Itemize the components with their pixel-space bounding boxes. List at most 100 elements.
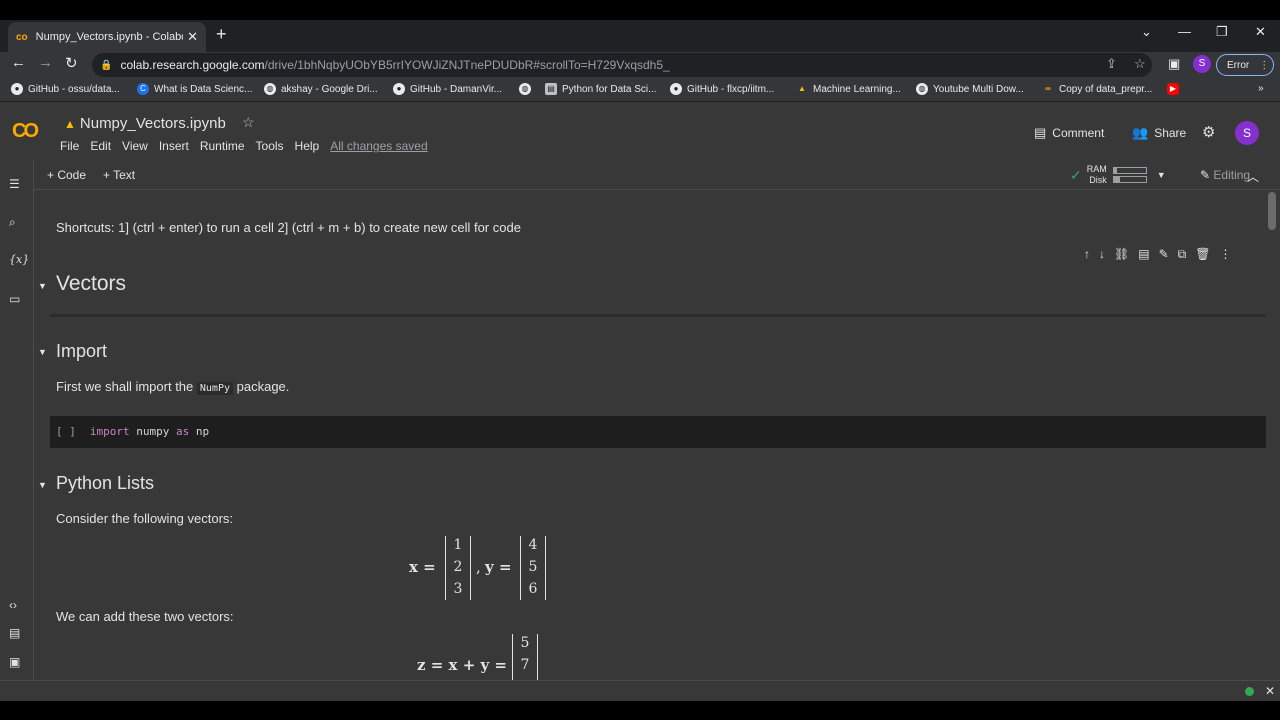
- side-panel-icon[interactable]: ▣: [1168, 56, 1180, 72]
- comment-cell-icon[interactable]: ▤: [1138, 247, 1149, 262]
- browser-tab-active[interactable]: co Numpy_Vectors.ipynb - Colabora ✕: [8, 22, 206, 52]
- ram-bar: [1112, 167, 1147, 174]
- more-bookmarks-icon[interactable]: »: [1258, 83, 1264, 94]
- colab-logo[interactable]: CO: [12, 120, 39, 143]
- code-snippets-icon[interactable]: ‹›: [9, 598, 17, 612]
- browser-tab-strip: co Numpy_Vectors.ipynb - Colabora ✕ + ⌄ …: [0, 20, 1280, 52]
- disk-bar: [1112, 176, 1147, 183]
- runtime-status-dot: [1245, 687, 1254, 696]
- bookmark-item[interactable]: ◍ Youtube Multi Dow...: [916, 83, 1024, 95]
- tab-search-chevron-icon[interactable]: ⌄: [1141, 24, 1152, 40]
- menu-file[interactable]: File: [60, 139, 79, 153]
- profile-avatar[interactable]: S: [1193, 55, 1211, 73]
- menu-runtime[interactable]: Runtime: [200, 139, 245, 153]
- add-text-button[interactable]: + Text: [103, 168, 135, 182]
- url-path: /drive/1bhNqbyUObYB5rrIYOWJiZNJTnePDUDbR…: [264, 58, 670, 72]
- resource-monitor[interactable]: ✓ RAM Disk ▼: [1070, 164, 1166, 186]
- close-window-icon[interactable]: ✕: [1255, 24, 1266, 40]
- close-status-icon[interactable]: ✕: [1265, 684, 1275, 698]
- link-icon[interactable]: ⛓: [1114, 247, 1129, 262]
- forward-icon[interactable]: →: [38, 54, 53, 71]
- cell-toolbar: ↑ ↓ ⛓ ▤ ✎ ⧉ 🗑 ⋮: [1084, 247, 1231, 262]
- inline-code: NumPy: [196, 382, 233, 395]
- bookmark-star-icon[interactable]: ☆: [1134, 56, 1146, 72]
- mirror-cell-icon[interactable]: ⧉: [1178, 247, 1187, 262]
- menu-view[interactable]: View: [122, 139, 148, 153]
- share-page-icon[interactable]: ⇪: [1106, 56, 1117, 72]
- collapse-section-icon[interactable]: ▼: [38, 281, 47, 291]
- editing-mode-button[interactable]: ✎ Editing: [1200, 168, 1250, 182]
- menu-edit[interactable]: Edit: [90, 139, 111, 153]
- files-folder-icon[interactable]: ▭: [9, 292, 20, 306]
- y-label: y =: [485, 558, 512, 576]
- notebook-title-text: Numpy_Vectors.ipynb: [79, 115, 226, 132]
- drive-icon: ▲: [64, 116, 76, 131]
- delete-icon[interactable]: 🗑: [1195, 247, 1210, 262]
- collapse-section-icon[interactable]: ▼: [38, 480, 47, 490]
- search-icon[interactable]: ⌕: [9, 215, 16, 230]
- globe-icon: ◍: [916, 83, 928, 95]
- share-button[interactable]: 👥 Share: [1132, 125, 1186, 141]
- move-down-icon[interactable]: ↓: [1099, 247, 1105, 262]
- bookmark-item[interactable]: ◍: [519, 83, 536, 95]
- variables-icon[interactable]: {x}: [9, 253, 29, 266]
- menu-tools[interactable]: Tools: [256, 139, 284, 153]
- code-keyword: as: [176, 425, 190, 438]
- bookmark-item[interactable]: ◍ akshay - Google Dri...: [264, 83, 378, 95]
- bookmark-item[interactable]: ● GitHub - DamanVir...: [393, 83, 502, 95]
- globe-icon: ◍: [264, 83, 276, 95]
- avatar[interactable]: S: [1235, 121, 1259, 145]
- menu-help[interactable]: Help: [295, 139, 320, 153]
- new-tab-icon[interactable]: +: [216, 24, 227, 45]
- address-bar[interactable]: 🔒 colab.research.google.com/drive/1bhNqb…: [92, 53, 1152, 77]
- minimize-icon[interactable]: —: [1178, 24, 1191, 39]
- runtime-dropdown-icon[interactable]: ▼: [1157, 170, 1166, 180]
- notebook-title[interactable]: ▲ Numpy_Vectors.ipynb: [64, 115, 226, 132]
- bookmark-item[interactable]: ▲ Machine Learning...: [796, 83, 901, 95]
- bookmark-item[interactable]: ● GitHub - flxcp/iitm...: [670, 83, 774, 95]
- bookmark-item[interactable]: ▤ Python for Data Sci...: [545, 83, 657, 95]
- people-icon: 👥: [1132, 125, 1149, 140]
- heading-vectors: Vectors: [56, 272, 127, 295]
- matrix-cell: 3: [453, 581, 463, 597]
- error-label: Error: [1227, 59, 1250, 71]
- back-icon[interactable]: ←: [11, 54, 26, 71]
- error-button[interactable]: Error ⋮: [1216, 54, 1274, 76]
- collapse-section-icon[interactable]: ▼: [38, 347, 47, 357]
- edit-pencil-icon[interactable]: ✎: [1159, 247, 1169, 262]
- terminal-icon[interactable]: ▣: [9, 655, 20, 669]
- status-bar: ✕: [0, 680, 1280, 701]
- bookmark-item[interactable]: ● GitHub - ossu/data...: [11, 83, 120, 95]
- command-palette-icon[interactable]: ▤: [9, 626, 20, 640]
- menu-bar: File Edit View Insert Runtime Tools Help…: [60, 139, 439, 153]
- matrix-cell: 2: [453, 559, 463, 575]
- collapse-header-icon[interactable]: ︿: [1247, 168, 1259, 185]
- add-code-button[interactable]: + Code: [47, 168, 86, 182]
- bookmark-item[interactable]: ▶: [1167, 83, 1184, 95]
- move-up-icon[interactable]: ↑: [1084, 247, 1090, 262]
- import-text-before: First we shall import the: [56, 379, 194, 394]
- settings-gear-icon[interactable]: ⚙: [1202, 123, 1215, 141]
- save-status[interactable]: All changes saved: [330, 139, 427, 153]
- close-tab-icon[interactable]: ✕: [187, 29, 198, 45]
- z-vector-matrix: 5 7: [512, 634, 538, 680]
- matrix-cell: 6: [528, 581, 538, 597]
- code-cell[interactable]: [ ] import numpy as np: [50, 416, 1266, 448]
- restore-icon[interactable]: ❐: [1216, 24, 1228, 40]
- bookmark-item[interactable]: C What is Data Scienc...: [137, 83, 252, 95]
- bookmark-label: Copy of data_prepr...: [1059, 83, 1153, 95]
- bookmark-item[interactable]: ∞ Copy of data_prepr...: [1042, 83, 1152, 95]
- comment-label: Comment: [1052, 126, 1105, 140]
- comma: ,: [476, 558, 481, 576]
- vertical-scrollbar[interactable]: [1268, 192, 1276, 230]
- heading-import: Import: [56, 341, 108, 361]
- x-vector-matrix: 1 2 3: [445, 536, 471, 600]
- comment-button[interactable]: ▤ Comment: [1034, 125, 1104, 141]
- menu-insert[interactable]: Insert: [159, 139, 189, 153]
- bookmarks-bar: ● GitHub - ossu/data... C What is Data Sci…: [0, 78, 1280, 102]
- more-options-icon[interactable]: ⋮: [1219, 247, 1231, 262]
- star-icon[interactable]: ☆: [242, 114, 255, 131]
- table-of-contents-icon[interactable]: ☰: [9, 177, 20, 191]
- reload-icon[interactable]: ↻: [65, 54, 78, 72]
- run-cell-button[interactable]: [ ]: [56, 425, 76, 438]
